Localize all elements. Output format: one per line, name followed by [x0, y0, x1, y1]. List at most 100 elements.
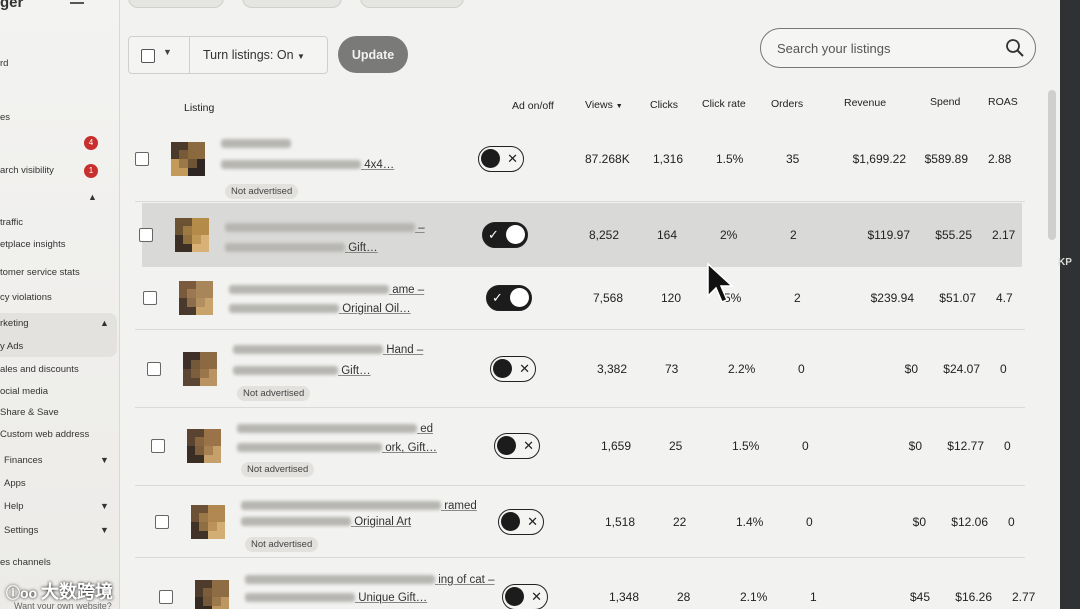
listing-title-link[interactable]: ing of cat – Unique Gift… [245, 558, 505, 609]
top-tab-1[interactable] [128, 0, 224, 8]
roas-value: 4.7 [996, 291, 1013, 305]
not-advertised-badge: Not advertised [237, 386, 311, 401]
listing-thumbnail[interactable] [175, 218, 209, 252]
click-rate-value: 1.5% [716, 152, 744, 166]
sidebar-item[interactable]: ocial media [0, 386, 48, 397]
orders-value: 35 [786, 152, 800, 166]
row-checkbox[interactable] [143, 291, 157, 305]
table-row[interactable]: ed ork, Gift… Not advertised ✕ 1,659 25 1.… [135, 408, 1025, 486]
turn-listings-dropdown[interactable]: Turn listings: On ▼ [203, 48, 305, 62]
sidebar-item[interactable]: rketing [0, 318, 29, 329]
sidebar-item[interactable]: Finances [4, 455, 43, 466]
spend-value: $12.77 [947, 439, 984, 453]
listing-thumbnail[interactable] [191, 505, 225, 539]
toggle-knob [497, 436, 516, 455]
clicks-value: 22 [673, 515, 687, 529]
table-row[interactable]: ramed Original Art Not advertised ✕ 1,51… [135, 486, 1025, 558]
click-rate-value: 2% [720, 228, 738, 242]
table-row[interactable]: ing of cat – Unique Gift… ✕ 1,348 28 2.1% 1… [135, 558, 1035, 609]
chevron-down-icon[interactable]: ▼ [100, 501, 109, 511]
col-header-clicks[interactable]: Clicks [650, 99, 678, 111]
views-value: 1,348 [609, 590, 640, 604]
spend-value: $55.25 [935, 228, 972, 242]
orders-value: 1 [810, 590, 817, 604]
row-checkbox[interactable] [155, 515, 169, 529]
sidebar-item[interactable]: Apps [4, 478, 26, 489]
revenue-value: $1,699.22 [852, 152, 906, 166]
menu-icon[interactable] [70, 2, 84, 4]
revenue-value: $45 [909, 590, 930, 604]
listing-thumbnail[interactable] [187, 429, 221, 463]
sidebar-item[interactable]: arch visibility [0, 165, 54, 176]
sidebar-item[interactable]: Custom web address [0, 429, 89, 440]
col-header-click-rate[interactable]: Click rate [702, 98, 746, 110]
listing-title-link[interactable]: ame – Original Oil… [229, 267, 489, 330]
sidebar-item[interactable]: traffic [0, 217, 23, 228]
listing-title-link[interactable]: – Gift… [225, 203, 485, 267]
not-advertised-badge: Not advertised [241, 462, 315, 477]
listing-thumbnail[interactable] [171, 142, 205, 176]
chevron-up-icon[interactable]: ▲ [88, 192, 97, 202]
sidebar-item[interactable]: rd [0, 58, 8, 69]
col-header-views[interactable]: Views ▼ [585, 99, 623, 111]
sidebar-item[interactable]: Settings [4, 525, 38, 536]
toggle-knob [493, 359, 512, 378]
sidebar-footer-text: Want your own website? [14, 601, 112, 609]
close-icon: ✕ [527, 514, 538, 529]
chevron-down-icon[interactable]: ▼ [100, 455, 109, 465]
click-rate-value: 2.1% [740, 590, 768, 604]
row-checkbox[interactable] [147, 362, 161, 376]
chevron-up-icon[interactable]: ▲ [100, 318, 109, 328]
toggle-knob [501, 512, 520, 531]
table-row[interactable]: 4x4… Not advertised ✕ 87.268K 1,316 1.5% 35… [135, 118, 1025, 202]
top-tab-2[interactable] [242, 0, 342, 8]
update-button[interactable]: Update [338, 36, 408, 73]
col-header-orders[interactable]: Orders [771, 98, 803, 110]
search-icon[interactable] [1005, 38, 1025, 58]
ad-toggle[interactable]: ✕ [498, 509, 544, 535]
col-header-roas[interactable]: ROAS [988, 96, 1018, 108]
top-tab-3[interactable] [360, 0, 464, 8]
sidebar-item[interactable]: etplace insights [0, 239, 65, 250]
revenue-value: $0 [904, 362, 918, 376]
row-checkbox[interactable] [139, 228, 153, 242]
clicks-value: 120 [661, 291, 682, 305]
ad-toggle[interactable]: ✓ [482, 222, 528, 248]
ad-toggle[interactable]: ✕ [494, 433, 540, 459]
scrollbar[interactable] [1048, 90, 1056, 240]
sidebar-item[interactable]: y Ads [0, 341, 23, 352]
row-checkbox[interactable] [135, 152, 149, 166]
toggle-knob [481, 149, 500, 168]
chevron-down-icon[interactable]: ▼ [163, 47, 172, 57]
listing-thumbnail[interactable] [195, 580, 229, 609]
table-row[interactable]: Hand – Gift… Not advertised ✕ 3,382 73 2.2… [135, 330, 1025, 408]
toggle-knob [506, 225, 525, 244]
col-header-revenue[interactable]: Revenue [844, 97, 886, 109]
ad-toggle[interactable]: ✕ [478, 146, 524, 172]
mouse-cursor-icon [707, 262, 734, 303]
views-value: 7,568 [593, 291, 624, 305]
col-header-spend[interactable]: Spend [930, 96, 960, 108]
listing-thumbnail[interactable] [179, 281, 213, 315]
row-checkbox[interactable] [159, 590, 173, 604]
sidebar-item[interactable]: Help [4, 501, 24, 512]
sidebar-item[interactable]: tomer service stats [0, 267, 80, 278]
chevron-down-icon[interactable]: ▼ [100, 525, 109, 535]
search-input[interactable] [775, 38, 995, 58]
sidebar-item[interactable]: es channels [0, 557, 51, 568]
sidebar-item[interactable]: cy violations [0, 292, 52, 303]
notification-badge: 1 [84, 164, 98, 178]
listing-thumbnail[interactable] [183, 352, 217, 386]
row-checkbox[interactable] [151, 439, 165, 453]
ad-toggle[interactable]: ✕ [502, 584, 548, 609]
table-row[interactable]: ame – Original Oil… ✓ 7,568 120 5% 2 $239.94… [135, 267, 1025, 330]
revenue-value: $239.94 [870, 291, 914, 305]
sidebar-item[interactable]: ales and discounts [0, 364, 79, 375]
table-row[interactable]: – Gift… ✓ 8,252 164 2% 2 $119.97 $55.25 2.17 [139, 203, 1022, 267]
sidebar-item[interactable]: es [0, 112, 10, 123]
select-all-checkbox[interactable] [141, 49, 155, 63]
sidebar-item[interactable]: Share & Save [0, 407, 59, 418]
roas-value: 2.77 [1012, 590, 1036, 604]
ad-toggle[interactable]: ✕ [490, 356, 536, 382]
ad-toggle[interactable]: ✓ [486, 285, 532, 311]
